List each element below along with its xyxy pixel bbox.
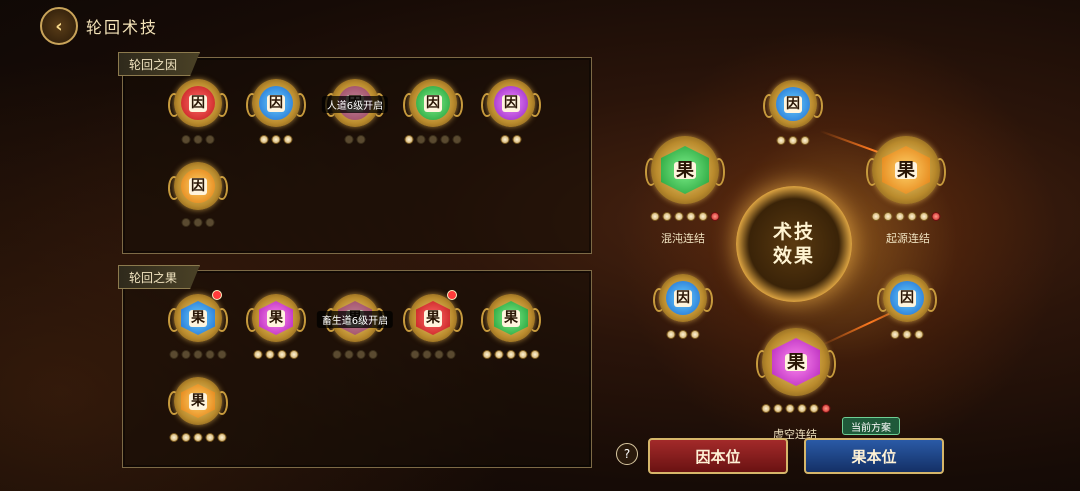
wheel-node-right[interactable]: 因 [877, 270, 937, 339]
star-pips [169, 350, 227, 359]
help-button[interactable]: ? [616, 443, 638, 465]
star-pips [482, 350, 540, 359]
back-button[interactable]: ‹ [40, 7, 78, 45]
star-pips [404, 135, 462, 144]
effect-gem-green[interactable]: 果 [481, 290, 541, 359]
wheel-node-top[interactable]: 因 [763, 76, 823, 145]
cause-gem-green[interactable]: 因 [403, 75, 463, 144]
effect-gem-magenta[interactable]: 果 [246, 290, 306, 359]
star-pips [259, 135, 293, 144]
star-pips [181, 218, 215, 227]
star-pips [890, 330, 924, 339]
star-pips [666, 330, 700, 339]
wheel-node-void[interactable]: 果 [756, 324, 836, 413]
center-text: 术技效果 [772, 221, 815, 267]
wheel-node-left[interactable]: 因 [653, 270, 713, 339]
star-pips [871, 212, 941, 221]
star-pips [181, 135, 215, 144]
notification-badge [212, 290, 222, 300]
star-pips [410, 350, 456, 359]
cause-gem-orange[interactable]: 因 [168, 158, 228, 227]
star-pips [650, 212, 720, 221]
origin-link-label: 起源连结 [886, 232, 930, 245]
cause-gem-red[interactable]: 因 [168, 75, 228, 144]
chaos-link-label: 混沌连结 [661, 232, 705, 245]
chevron-left-icon: ‹ [55, 15, 63, 37]
wheel-node-origin[interactable]: 果 [866, 132, 946, 221]
cause-gem-blue[interactable]: 因 [246, 75, 306, 144]
title-bar: ‹ 轮回术技 [40, 7, 159, 45]
star-pips [169, 433, 227, 442]
page-title: 轮回术技 [86, 18, 159, 37]
star-pips [344, 135, 366, 144]
effect-gem-pink-locked[interactable]: 果 畜生道6级开启 [316, 290, 394, 359]
star-pips [500, 135, 522, 144]
star-pips [253, 350, 299, 359]
effect-gem-blue[interactable]: 果 [168, 290, 228, 359]
unlock-requirement: 人道6级开启 [321, 96, 389, 113]
effect-panel-label: 轮回之果 [118, 265, 201, 289]
cause-panel-label: 轮回之因 [118, 52, 201, 76]
wheel-node-chaos[interactable]: 果 [645, 132, 725, 221]
effect-position-button[interactable]: 果本位 [804, 438, 944, 474]
unlock-requirement: 畜生道6级开启 [316, 311, 394, 328]
effect-gem-orange[interactable]: 果 [168, 373, 228, 442]
star-pips [332, 350, 378, 359]
current-plan-tag: 当前方案 [842, 417, 900, 435]
cause-position-button[interactable]: 因本位 [648, 438, 788, 474]
star-pips [761, 404, 831, 413]
cause-gem-pink-locked[interactable]: 因 人道6级开启 [321, 75, 389, 144]
cause-gem-purple[interactable]: 因 [481, 75, 541, 144]
star-pips [776, 136, 810, 145]
effect-gem-red[interactable]: 果 [403, 290, 463, 359]
notification-badge [447, 290, 457, 300]
skill-effect-center[interactable]: 术技效果 [736, 186, 852, 302]
